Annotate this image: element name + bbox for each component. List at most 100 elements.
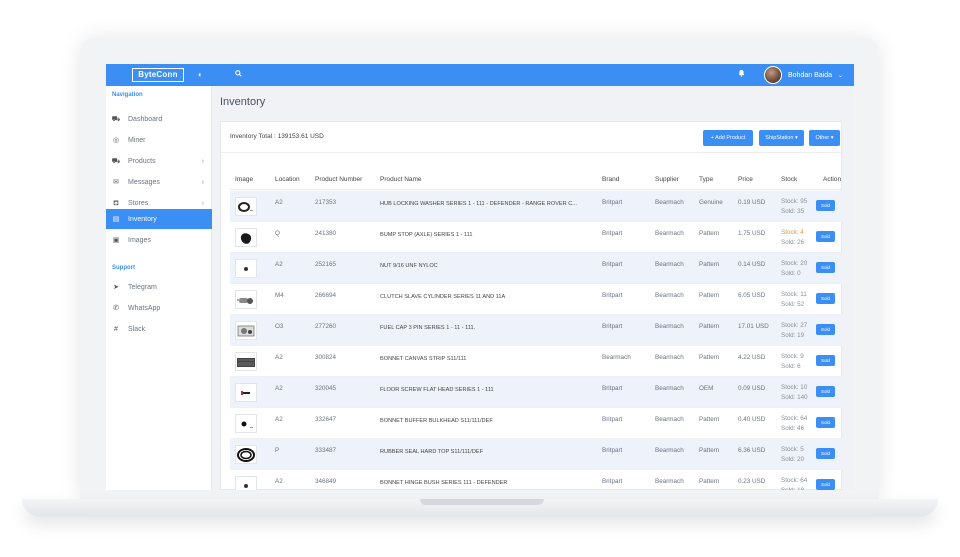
cell-price: 4.22 USD [738,354,766,361]
other-dropdown-button[interactable]: Other ▾ [809,130,840,146]
sold-button[interactable]: Sold [816,293,835,304]
cell-location: M4 [275,292,284,299]
stock-count: Stock: 20 [781,260,808,267]
cell-brand: Britpart [602,323,623,330]
cell-supplier: Bearmach [655,323,684,330]
cell-location: P [275,447,280,454]
cell-number: 266694 [315,292,337,299]
column-header-type[interactable]: Type [699,176,713,183]
sold-button[interactable]: Sold [816,417,835,428]
cell-location: A2 [275,416,283,423]
avatar [764,66,782,84]
card-header: Inventory Total : 139153.61 USD + Add Pr… [221,122,843,153]
product-image[interactable] [235,352,257,371]
column-header-location[interactable]: Location [275,176,300,183]
product-image[interactable] [235,228,257,247]
table-row[interactable]: A2 320045 FLOOR SCREW FLAT HEAD SERIES 1 -… [230,377,842,408]
product-image[interactable] [235,259,257,278]
sold-button[interactable]: Sold [816,262,835,273]
column-header-image[interactable]: Image [235,176,253,183]
product-image[interactable] [235,445,257,464]
sidebar-item-products[interactable]: ⛟ Products › [106,151,212,171]
cell-stock: Stock: 20 Sold: 0 [781,259,807,279]
product-image[interactable] [235,290,257,309]
cell-type: Pattern [699,478,720,485]
toggle-icon[interactable]: ◐ [198,69,203,81]
search-icon[interactable] [235,69,242,81]
table-row[interactable]: A2 332647 BONNET BUFFER BULKHEAD S11/111/D… [230,408,842,439]
sold-button[interactable]: Sold [816,231,835,242]
sidebar-item-label: Slack [128,325,146,333]
sidebar-item-dashboard[interactable]: ⛟ Dashboard [106,109,212,129]
cell-type: Genuine [699,199,723,206]
column-header-action[interactable]: Action [823,176,841,183]
sidebar-item-slack[interactable]: # Slack [106,319,212,339]
cell-type: Pattern [699,230,720,237]
cell-stock: Stock: 11 Sold: 52 [781,290,807,310]
table-row[interactable]: A2 217353 HUB LOCKING WASHER SERIES 1 - 11… [230,191,842,222]
stock-count: Stock: 27 [781,322,808,329]
column-header-brand[interactable]: Brand [602,176,619,183]
cell-price: 0.23 USD [738,478,766,485]
table-row[interactable]: M4 266694 CLUTCH SLAVE CYLINDER SERIES 11 … [230,284,842,315]
product-thumbnail [241,421,253,428]
table-row[interactable]: A2 300824 BONNET CANVAS STRIP S11/111 Bearm… [230,346,842,377]
column-header-product-name[interactable]: Product Name [380,176,422,183]
stock-count: Stock: 5 [781,446,804,453]
sold-count: Sold: 6 [781,363,801,370]
column-header-product-number[interactable]: Product Number [315,176,362,183]
cell-brand: Britpart [602,416,623,423]
sidebar-item-images[interactable]: ▣ Images [106,230,212,250]
sold-button[interactable]: Sold [816,355,835,366]
sold-button[interactable]: Sold [816,479,835,490]
sold-count: Sold: 26 [781,239,805,246]
sidebar-item-telegram[interactable]: ➤ Telegram [106,277,212,297]
product-image[interactable] [235,476,257,490]
column-header-price[interactable]: Price [738,176,753,183]
cell-name: BONNET BUFFER BULKHEAD S11/111/DEF [380,418,493,424]
table-row[interactable]: O3 277260 FUEL CAP 3 PIN SERIES 1 - 11 - 1… [230,315,842,346]
chevron-right-icon: › [201,178,204,186]
sidebar-item-label: Messages [128,178,160,186]
cell-number: 332647 [315,416,337,423]
inventory-total: Inventory Total : 139153.61 USD [230,133,324,140]
sidebar-item-messages[interactable]: ✉ Messages › [106,172,212,192]
sidebar-item-inventory[interactable]: ▤ Inventory [106,209,212,229]
cell-type: Pattern [699,447,720,454]
shipstation-dropdown-button[interactable]: ShipStation ▾ [759,130,804,146]
sold-button[interactable]: Sold [816,448,835,459]
table-row[interactable]: Q 241380 BUMP STOP (AXLE) SERIES 1 - 111 Br… [230,222,842,253]
sold-button[interactable]: Sold [816,200,835,211]
cell-name: FLOOR SCREW FLAT HEAD SERIES 1 - 111 [380,387,494,393]
stock-count: Stock: 9 [781,353,804,360]
cell-price: 6.05 USD [738,292,766,299]
bell-icon[interactable] [738,69,745,81]
product-thumbnail [240,232,252,244]
product-image[interactable] [235,414,257,433]
column-header-supplier[interactable]: Supplier [655,176,679,183]
brand-logo[interactable]: ByteConn [132,68,184,82]
column-header-stock[interactable]: Stock [781,176,797,183]
support-heading: Support [112,265,135,271]
add-product-button[interactable]: + Add Product [703,130,753,146]
sold-count: Sold: 0 [781,270,801,277]
sold-button[interactable]: Sold [816,386,835,397]
product-image[interactable] [235,321,257,340]
sold-button[interactable]: Sold [816,324,835,335]
whatsapp-icon: ✆ [113,305,119,312]
cell-location: A2 [275,354,283,361]
cell-brand: Bearmach [602,354,631,361]
product-image[interactable] [235,197,257,216]
sidebar-item-whatsapp[interactable]: ✆ WhatsApp [106,298,212,318]
table-row[interactable]: P 333487 RUBBER SEAL HARD TOP S11/111/DEF B… [230,439,842,470]
table-row[interactable]: A2 252165 NUT 9/16 UNF NYLOC Britpart Bearma… [230,253,842,284]
sold-count: Sold: 140 [781,394,808,401]
sidebar-item-miner[interactable]: ◎ Miner [106,130,212,150]
cell-location: A2 [275,385,283,392]
cell-name: BONNET HINGE BUSH SERIES 111 - DEFENDER [380,480,508,486]
product-image[interactable] [235,383,257,402]
cell-price: 17.01 USD [738,323,769,330]
user-menu[interactable]: Bohdan Baida ⌄ [764,65,843,85]
cell-type: Pattern [699,323,720,330]
table-row[interactable]: A2 346849 BONNET HINGE BUSH SERIES 111 - D… [230,470,842,490]
